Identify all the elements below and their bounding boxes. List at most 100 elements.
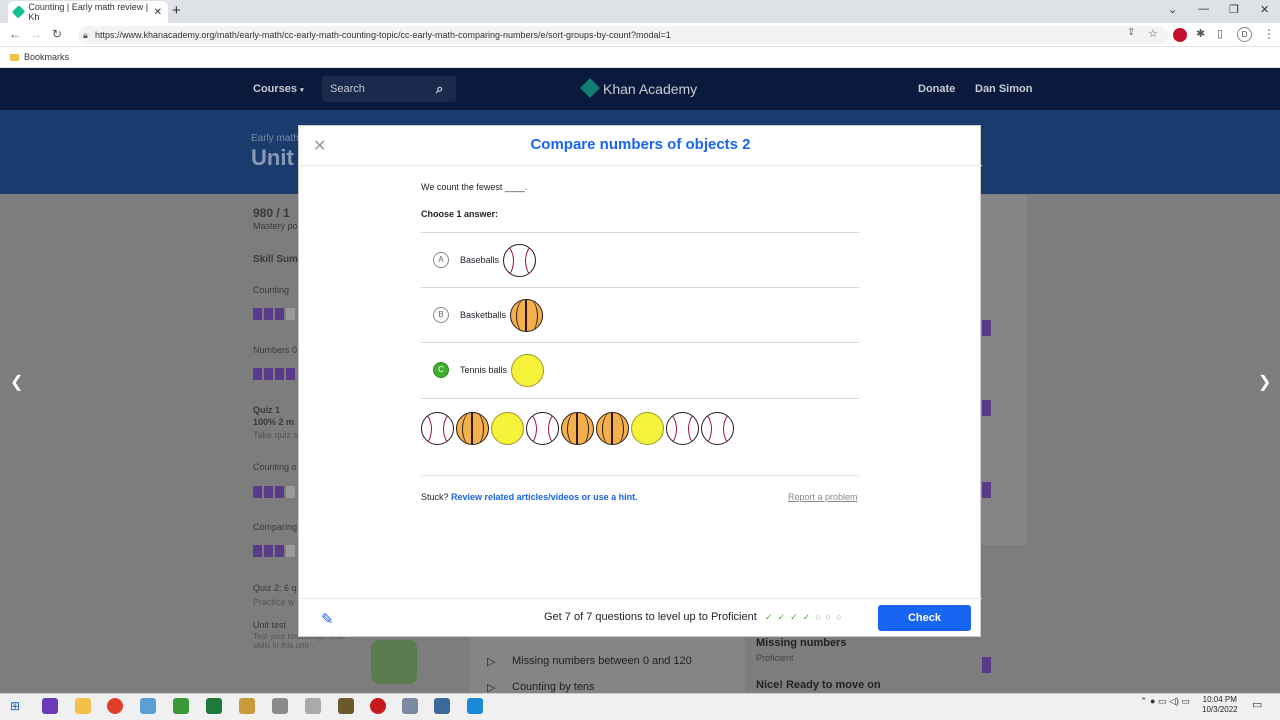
- next-arrow-icon[interactable]: ❯: [1258, 372, 1271, 392]
- close-icon[interactable]: ✕: [313, 136, 326, 156]
- bookmarks-bar: Bookmarks: [0, 47, 1280, 68]
- ka-search-placeholder: Search: [330, 83, 365, 95]
- close-window-icon[interactable]: ✕: [1260, 3, 1269, 16]
- progress-bar-mark: [982, 657, 991, 673]
- bookmarks-folder[interactable]: Bookmarks: [24, 52, 69, 62]
- choice-label: Baseballs: [460, 255, 500, 265]
- search-icon[interactable]: ⌕: [436, 81, 443, 97]
- baseball-icon: [666, 412, 699, 445]
- app-icon[interactable]: [173, 698, 189, 714]
- tennis-ball-icon: [511, 353, 545, 387]
- divider: [421, 475, 859, 476]
- hint-link[interactable]: Review related articles/videos or use a …: [451, 492, 638, 502]
- chevron-down-icon: ▾: [300, 87, 304, 94]
- skill-bars: [253, 308, 295, 320]
- url-text: https://www.khanacademy.org/math/early-m…: [95, 30, 671, 40]
- sidebar-item-comparing[interactable]: Comparing: [253, 522, 297, 532]
- reload-icon[interactable]: ↻: [52, 27, 62, 41]
- chrome-icon[interactable]: [107, 698, 123, 714]
- sidebar-item-quiz2[interactable]: Quiz 2: 6 q: [253, 583, 297, 593]
- side-panel-icon[interactable]: ▯: [1217, 27, 1223, 40]
- report-problem-link[interactable]: Report a problem: [788, 492, 858, 502]
- sidebar-item-counting-objects[interactable]: Counting o: [253, 462, 297, 472]
- excel-icon[interactable]: [206, 698, 222, 714]
- baseball-icon: [421, 412, 454, 445]
- restore-icon[interactable]: ❐: [1229, 3, 1239, 16]
- answer-choice-b[interactable]: B Basketballs: [421, 287, 859, 342]
- scratchpad-pencil-icon[interactable]: ✎: [321, 610, 334, 628]
- answer-choice-c[interactable]: C Tennis balls: [421, 342, 859, 397]
- app-icon[interactable]: [467, 698, 483, 714]
- lesson-link-counting-tens[interactable]: Counting by tens: [512, 681, 595, 693]
- share-icon[interactable]: ⇪: [1127, 27, 1135, 38]
- app-icon[interactable]: [402, 698, 418, 714]
- stuck-hint: Stuck? Review related articles/videos or…: [421, 492, 638, 502]
- menu-kebab-icon[interactable]: ⋮: [1263, 27, 1275, 41]
- courses-menu[interactable]: Courses ▾: [253, 83, 304, 95]
- profile-avatar[interactable]: D: [1237, 27, 1252, 42]
- basketball-icon: [596, 412, 629, 445]
- progress-bar-mark: [982, 400, 991, 416]
- app-icon[interactable]: [272, 698, 288, 714]
- sidebar-item-counting[interactable]: Counting: [253, 285, 289, 295]
- play-icon[interactable]: ▷: [487, 655, 495, 668]
- choice-letter: B: [433, 307, 449, 323]
- minimize-icon[interactable]: —: [1198, 3, 1209, 15]
- app-icon[interactable]: [140, 698, 156, 714]
- check-mark-icon: ✓: [765, 612, 773, 622]
- visual-studio-icon[interactable]: [42, 698, 58, 714]
- windows-start-icon[interactable]: ⊞: [10, 699, 20, 713]
- breadcrumb[interactable]: Early math: [251, 133, 299, 144]
- empty-circle-icon: ○: [825, 612, 832, 622]
- puzzle-extensions-icon[interactable]: ✱: [1196, 27, 1205, 40]
- browser-tab-bar: [0, 0, 1280, 23]
- browser-tab[interactable]: Counting | Early math review | Kh ✕: [8, 1, 168, 23]
- baseball-icon: [526, 412, 559, 445]
- tab-close-icon[interactable]: ✕: [154, 7, 162, 18]
- app-icon[interactable]: [338, 698, 354, 714]
- sidebar-item-unit-test[interactable]: Unit test: [253, 620, 286, 630]
- new-tab-button[interactable]: +: [172, 2, 181, 19]
- previous-arrow-icon[interactable]: ❮: [10, 372, 23, 392]
- app-icon[interactable]: [239, 698, 255, 714]
- app-icon[interactable]: [305, 698, 321, 714]
- tab-search-icon[interactable]: ⌄: [1168, 3, 1177, 16]
- system-tray-icons[interactable]: ⌃ ● ▭ ◁) ▭: [1140, 696, 1190, 707]
- user-menu[interactable]: Dan Simon: [975, 83, 1032, 95]
- sidebar-item-quiz1[interactable]: Quiz 1: [253, 405, 280, 415]
- khan-logo-text[interactable]: Khan Academy: [603, 81, 697, 97]
- calculator-icon[interactable]: [434, 698, 450, 714]
- sidebar-item-numbers[interactable]: Numbers 0: [253, 345, 297, 355]
- back-icon[interactable]: ←: [9, 27, 21, 41]
- check-button[interactable]: Check: [878, 605, 971, 631]
- missing-numbers-heading[interactable]: Missing numbers: [756, 637, 846, 649]
- baseball-icon: [701, 412, 734, 445]
- empty-circle-icon: ○: [815, 612, 821, 622]
- app-icon[interactable]: [370, 698, 386, 714]
- missing-numbers-status: Proficient: [756, 653, 794, 663]
- file-explorer-icon[interactable]: [75, 698, 91, 714]
- address-bar[interactable]: 🔒︎ https://www.khanacademy.org/math/earl…: [78, 26, 1168, 44]
- extension-icon[interactable]: [1173, 28, 1187, 42]
- question-text: We count the fewest ____.: [421, 182, 528, 192]
- baseball-icon: [503, 243, 537, 277]
- notifications-icon[interactable]: ▭: [1252, 698, 1262, 711]
- ready-message: Nice! Ready to move on: [756, 679, 881, 691]
- taskbar-clock[interactable]: 10:04 PM 10/3/2022: [1202, 695, 1238, 715]
- ball-group: [421, 412, 734, 445]
- lesson-link-missing-numbers[interactable]: Missing numbers between 0 and 120: [512, 655, 692, 667]
- exercise-modal: Compare numbers of objects 2 ✕ We count …: [298, 125, 982, 637]
- empty-circle-icon: ○: [836, 612, 842, 622]
- level-up-text: Get 7 of 7 questions to level up to Prof…: [544, 611, 757, 623]
- basketball-icon: [456, 412, 489, 445]
- modal-title: Compare numbers of objects 2: [299, 126, 982, 166]
- bookmark-star-icon[interactable]: ☆: [1148, 27, 1158, 40]
- forward-icon[interactable]: →: [30, 27, 42, 41]
- tennis-icon: [631, 412, 664, 445]
- answer-choice-a[interactable]: A Baseballs: [421, 232, 859, 287]
- folder-icon: [10, 54, 19, 61]
- windows-taskbar: [0, 693, 1280, 720]
- mastery-label: Mastery po: [253, 221, 298, 231]
- donate-link[interactable]: Donate: [918, 83, 955, 95]
- check-mark-icon: ✓: [802, 612, 811, 622]
